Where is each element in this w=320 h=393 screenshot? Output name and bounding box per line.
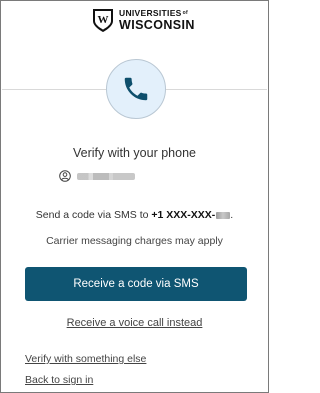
wisconsin-shield-icon: W — [93, 9, 113, 32]
page-title: Verify with your phone — [73, 146, 196, 160]
logo-line2: WISCONSIN — [119, 17, 195, 32]
phone-authenticator-badge — [106, 59, 166, 119]
sign-in-widget: W UNIVERSITIESof WISCONSIN Verify with y… — [0, 0, 269, 393]
receive-sms-button[interactable]: Receive a code via SMS — [25, 267, 247, 301]
redacted-username — [77, 172, 135, 180]
redacted-digits — [216, 211, 231, 219]
verify-something-else-link[interactable]: Verify with something else — [25, 353, 146, 365]
university-logo: W UNIVERSITIESof WISCONSIN — [91, 7, 195, 33]
user-identifier — [59, 170, 135, 182]
user-circle-icon — [59, 170, 71, 182]
carrier-note: Carrier messaging charges may apply — [46, 235, 223, 247]
logo-of: of — [182, 10, 188, 17]
logo-text: UNIVERSITIESof WISCONSIN — [119, 9, 195, 31]
sms-destination-text: Send a code via SMS to +1 XXX-XXX-. — [35, 209, 234, 221]
shield-letter: W — [98, 14, 109, 26]
phone-number: +1 XXX-XXX- — [151, 209, 216, 221]
sms-prefix: Send a code via SMS to — [35, 209, 152, 221]
logo-universities: UNIVERSITIES — [119, 8, 182, 18]
voice-call-link[interactable]: Receive a voice call instead — [1, 317, 268, 329]
back-to-sign-in-link[interactable]: Back to sign in — [25, 374, 93, 386]
phone-icon — [124, 77, 148, 101]
logo-line1: UNIVERSITIESof — [119, 9, 195, 18]
